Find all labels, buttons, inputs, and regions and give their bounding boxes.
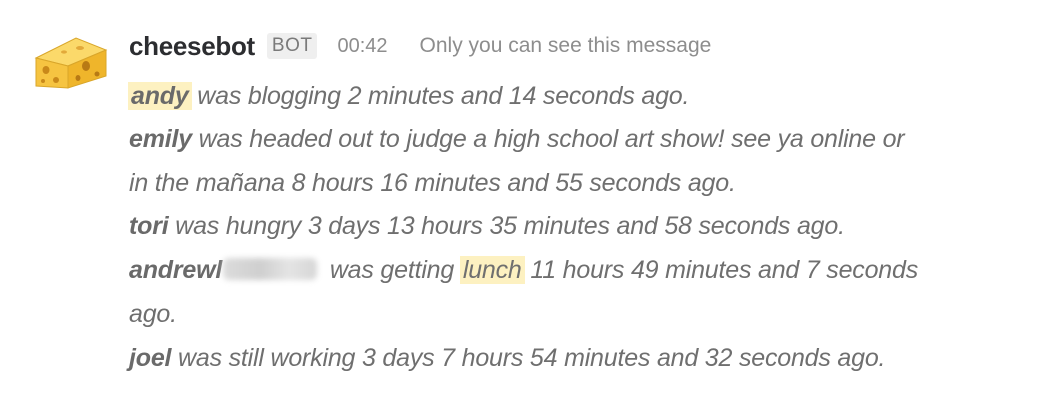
status-line: joel was still working 3 days 7 hours 54… [129,336,885,380]
status-text: ago. [129,300,177,328]
status-text: 11 hours 49 minutes and 7 seconds [523,256,919,284]
status-line-continuation: in the mañana 8 hours 16 minutes and 55 … [129,161,736,205]
status-line: andrewl was getting lunch 11 hours 49 mi… [129,248,918,292]
status-text: was blogging 2 minutes and 14 seconds ag… [190,82,690,110]
status-text: in the mañana 8 hours 16 minutes and 55 … [129,169,736,197]
highlighted-keyword: lunch [459,256,525,284]
status-text: was hungry 3 days 13 hours 35 minutes an… [168,212,845,240]
status-text: was still working 3 days 7 hours 54 minu… [171,344,886,372]
timestamp[interactable]: 00:42 [337,35,387,58]
status-line: andy was blogging 2 minutes and 14 secon… [128,74,690,118]
user-name: andrewl [129,256,223,284]
user-name: andy [128,82,192,110]
status-line: tori was hungry 3 days 13 hours 35 minut… [129,204,845,248]
visibility-note: Only you can see this message [419,34,712,57]
status-line-continuation: ago. [129,292,177,336]
status-text: was headed out to judge a high school ar… [191,125,905,153]
status-line: emily was headed out to judge a high sch… [129,117,905,161]
message-header: cheesebot BOT 00:42 Only you can see thi… [129,28,711,64]
chat-message: cheesebot BOT 00:42 Only you can see thi… [0,0,1058,416]
sender-name[interactable]: cheesebot [129,31,255,62]
user-name: joel [129,344,172,372]
user-name: emily [129,125,192,153]
bot-badge: BOT [266,33,318,59]
cheese-icon[interactable] [34,36,108,90]
redacted-name-blur [223,258,318,280]
user-name: tori [129,212,169,240]
status-text: was getting [323,256,461,284]
